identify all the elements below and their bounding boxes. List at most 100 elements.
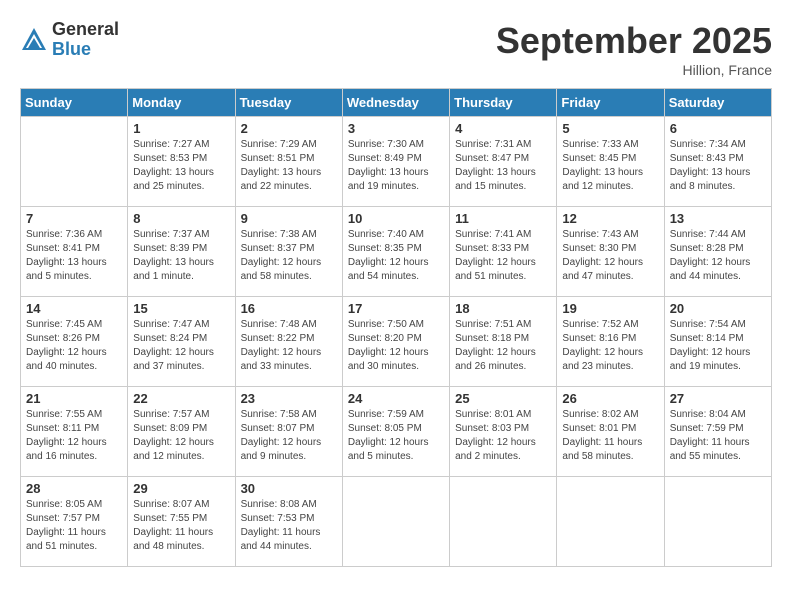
- day-number: 30: [241, 481, 337, 496]
- calendar-cell: 29 Sunrise: 8:07 AM Sunset: 7:55 PM Dayli…: [128, 477, 235, 567]
- calendar-cell: 28 Sunrise: 8:05 AM Sunset: 7:57 PM Dayli…: [21, 477, 128, 567]
- day-info: Sunrise: 7:30 AM Sunset: 8:49 PM Dayligh…: [348, 138, 444, 194]
- day-info: Sunrise: 7:54 AM Sunset: 8:14 PM Dayligh…: [670, 318, 766, 374]
- day-info: Sunrise: 7:50 AM Sunset: 8:20 PM Dayligh…: [348, 318, 444, 374]
- calendar-cell: 13Sunrise: 7:44 AM Sunset: 8:28 PM Dayli…: [664, 207, 771, 297]
- day-info: Sunrise: 7:33 AM Sunset: 8:45 PM Dayligh…: [562, 138, 658, 194]
- day-info: Sunrise: 7:58 AM Sunset: 8:07 PM Dayligh…: [241, 408, 337, 464]
- day-number: 2: [241, 121, 337, 136]
- day-number: 24: [348, 391, 444, 406]
- calendar-cell: 8 Sunrise: 7:37 AM Sunset: 8:39 PM Daylig…: [128, 207, 235, 297]
- calendar-cell: 27 Sunrise: 8:04 AM Sunset: 7:59 PM Dayli…: [664, 387, 771, 477]
- calendar-cell: 16 Sunrise: 7:48 AM Sunset: 8:22 PM Dayli…: [235, 297, 342, 387]
- logo-general-text: General: [52, 20, 119, 40]
- day-info: Sunrise: 7:40 AM Sunset: 8:35 PM Dayligh…: [348, 228, 444, 284]
- calendar-table: SundayMondayTuesdayWednesdayThursdayFrid…: [20, 88, 772, 567]
- day-info: Sunrise: 7:52 AM Sunset: 8:16 PM Dayligh…: [562, 318, 658, 374]
- logo-icon: [20, 26, 48, 54]
- day-info: Sunrise: 7:37 AM Sunset: 8:39 PM Dayligh…: [133, 228, 229, 284]
- calendar-cell: 21 Sunrise: 7:55 AM Sunset: 8:11 PM Dayli…: [21, 387, 128, 477]
- calendar-cell: [342, 477, 449, 567]
- location: Hillion, France: [496, 62, 772, 78]
- day-number: 17: [348, 301, 444, 316]
- day-number: 3: [348, 121, 444, 136]
- day-of-week-header: Sunday: [21, 89, 128, 117]
- day-info: Sunrise: 7:34 AM Sunset: 8:43 PM Dayligh…: [670, 138, 766, 194]
- day-info: Sunrise: 7:47 AM Sunset: 8:24 PM Dayligh…: [133, 318, 229, 374]
- calendar-cell: 19Sunrise: 7:52 AM Sunset: 8:16 PM Dayli…: [557, 297, 664, 387]
- calendar-cell: 6 Sunrise: 7:34 AM Sunset: 8:43 PM Daylig…: [664, 117, 771, 207]
- day-number: 25: [455, 391, 551, 406]
- day-number: 18: [455, 301, 551, 316]
- day-number: 8: [133, 211, 229, 226]
- title-block: September 2025 Hillion, France: [496, 20, 772, 78]
- day-number: 29: [133, 481, 229, 496]
- calendar-header-row: SundayMondayTuesdayWednesdayThursdayFrid…: [21, 89, 772, 117]
- day-info: Sunrise: 7:59 AM Sunset: 8:05 PM Dayligh…: [348, 408, 444, 464]
- calendar-week-row: 21 Sunrise: 7:55 AM Sunset: 8:11 PM Dayli…: [21, 387, 772, 477]
- day-info: Sunrise: 7:36 AM Sunset: 8:41 PM Dayligh…: [26, 228, 122, 284]
- calendar-cell: 4Sunrise: 7:31 AM Sunset: 8:47 PM Daylig…: [450, 117, 557, 207]
- day-info: Sunrise: 8:05 AM Sunset: 7:57 PM Dayligh…: [26, 498, 122, 554]
- calendar-week-row: 14 Sunrise: 7:45 AM Sunset: 8:26 PM Dayli…: [21, 297, 772, 387]
- day-of-week-header: Monday: [128, 89, 235, 117]
- day-number: 27: [670, 391, 766, 406]
- day-number: 28: [26, 481, 122, 496]
- calendar-cell: 18Sunrise: 7:51 AM Sunset: 8:18 PM Dayli…: [450, 297, 557, 387]
- calendar-cell: 26 Sunrise: 8:02 AM Sunset: 8:01 PM Dayli…: [557, 387, 664, 477]
- day-number: 21: [26, 391, 122, 406]
- calendar-week-row: 28 Sunrise: 8:05 AM Sunset: 7:57 PM Dayli…: [21, 477, 772, 567]
- day-info: Sunrise: 7:38 AM Sunset: 8:37 PM Dayligh…: [241, 228, 337, 284]
- calendar-cell: 15 Sunrise: 7:47 AM Sunset: 8:24 PM Dayli…: [128, 297, 235, 387]
- day-number: 22: [133, 391, 229, 406]
- day-number: 23: [241, 391, 337, 406]
- day-number: 6: [670, 121, 766, 136]
- day-number: 20: [670, 301, 766, 316]
- day-info: Sunrise: 8:01 AM Sunset: 8:03 PM Dayligh…: [455, 408, 551, 464]
- day-number: 11: [455, 211, 551, 226]
- calendar-cell: 22Sunrise: 7:57 AM Sunset: 8:09 PM Dayli…: [128, 387, 235, 477]
- calendar-cell: [557, 477, 664, 567]
- day-info: Sunrise: 7:41 AM Sunset: 8:33 PM Dayligh…: [455, 228, 551, 284]
- calendar-week-row: 7 Sunrise: 7:36 AM Sunset: 8:41 PM Daylig…: [21, 207, 772, 297]
- calendar-cell: 12 Sunrise: 7:43 AM Sunset: 8:30 PM Dayli…: [557, 207, 664, 297]
- day-number: 1: [133, 121, 229, 136]
- calendar-cell: [21, 117, 128, 207]
- calendar-week-row: 1 Sunrise: 7:27 AM Sunset: 8:53 PM Daylig…: [21, 117, 772, 207]
- day-info: Sunrise: 8:02 AM Sunset: 8:01 PM Dayligh…: [562, 408, 658, 464]
- day-info: Sunrise: 8:04 AM Sunset: 7:59 PM Dayligh…: [670, 408, 766, 464]
- day-number: 26: [562, 391, 658, 406]
- calendar-cell: 11 Sunrise: 7:41 AM Sunset: 8:33 PM Dayli…: [450, 207, 557, 297]
- day-number: 15: [133, 301, 229, 316]
- day-info: Sunrise: 7:45 AM Sunset: 8:26 PM Dayligh…: [26, 318, 122, 374]
- logo-blue-text: Blue: [52, 40, 119, 60]
- calendar-cell: 3 Sunrise: 7:30 AM Sunset: 8:49 PM Daylig…: [342, 117, 449, 207]
- day-number: 12: [562, 211, 658, 226]
- day-info: Sunrise: 7:27 AM Sunset: 8:53 PM Dayligh…: [133, 138, 229, 194]
- day-number: 7: [26, 211, 122, 226]
- day-info: Sunrise: 7:48 AM Sunset: 8:22 PM Dayligh…: [241, 318, 337, 374]
- day-info: Sunrise: 7:43 AM Sunset: 8:30 PM Dayligh…: [562, 228, 658, 284]
- calendar-cell: [450, 477, 557, 567]
- calendar-cell: 14 Sunrise: 7:45 AM Sunset: 8:26 PM Dayli…: [21, 297, 128, 387]
- day-of-week-header: Saturday: [664, 89, 771, 117]
- month-title: September 2025: [496, 20, 772, 62]
- day-info: Sunrise: 7:44 AM Sunset: 8:28 PM Dayligh…: [670, 228, 766, 284]
- day-of-week-header: Thursday: [450, 89, 557, 117]
- day-info: Sunrise: 8:07 AM Sunset: 7:55 PM Dayligh…: [133, 498, 229, 554]
- day-of-week-header: Tuesday: [235, 89, 342, 117]
- calendar-cell: 23 Sunrise: 7:58 AM Sunset: 8:07 PM Dayli…: [235, 387, 342, 477]
- calendar-cell: 30Sunrise: 8:08 AM Sunset: 7:53 PM Dayli…: [235, 477, 342, 567]
- calendar-cell: 10 Sunrise: 7:40 AM Sunset: 8:35 PM Dayli…: [342, 207, 449, 297]
- day-info: Sunrise: 7:55 AM Sunset: 8:11 PM Dayligh…: [26, 408, 122, 464]
- logo: General Blue: [20, 20, 119, 60]
- day-number: 5: [562, 121, 658, 136]
- day-number: 16: [241, 301, 337, 316]
- day-of-week-header: Wednesday: [342, 89, 449, 117]
- day-info: Sunrise: 7:31 AM Sunset: 8:47 PM Dayligh…: [455, 138, 551, 194]
- day-info: Sunrise: 7:29 AM Sunset: 8:51 PM Dayligh…: [241, 138, 337, 194]
- day-number: 14: [26, 301, 122, 316]
- calendar-cell: 17 Sunrise: 7:50 AM Sunset: 8:20 PM Dayli…: [342, 297, 449, 387]
- calendar-cell: 1 Sunrise: 7:27 AM Sunset: 8:53 PM Daylig…: [128, 117, 235, 207]
- day-number: 10: [348, 211, 444, 226]
